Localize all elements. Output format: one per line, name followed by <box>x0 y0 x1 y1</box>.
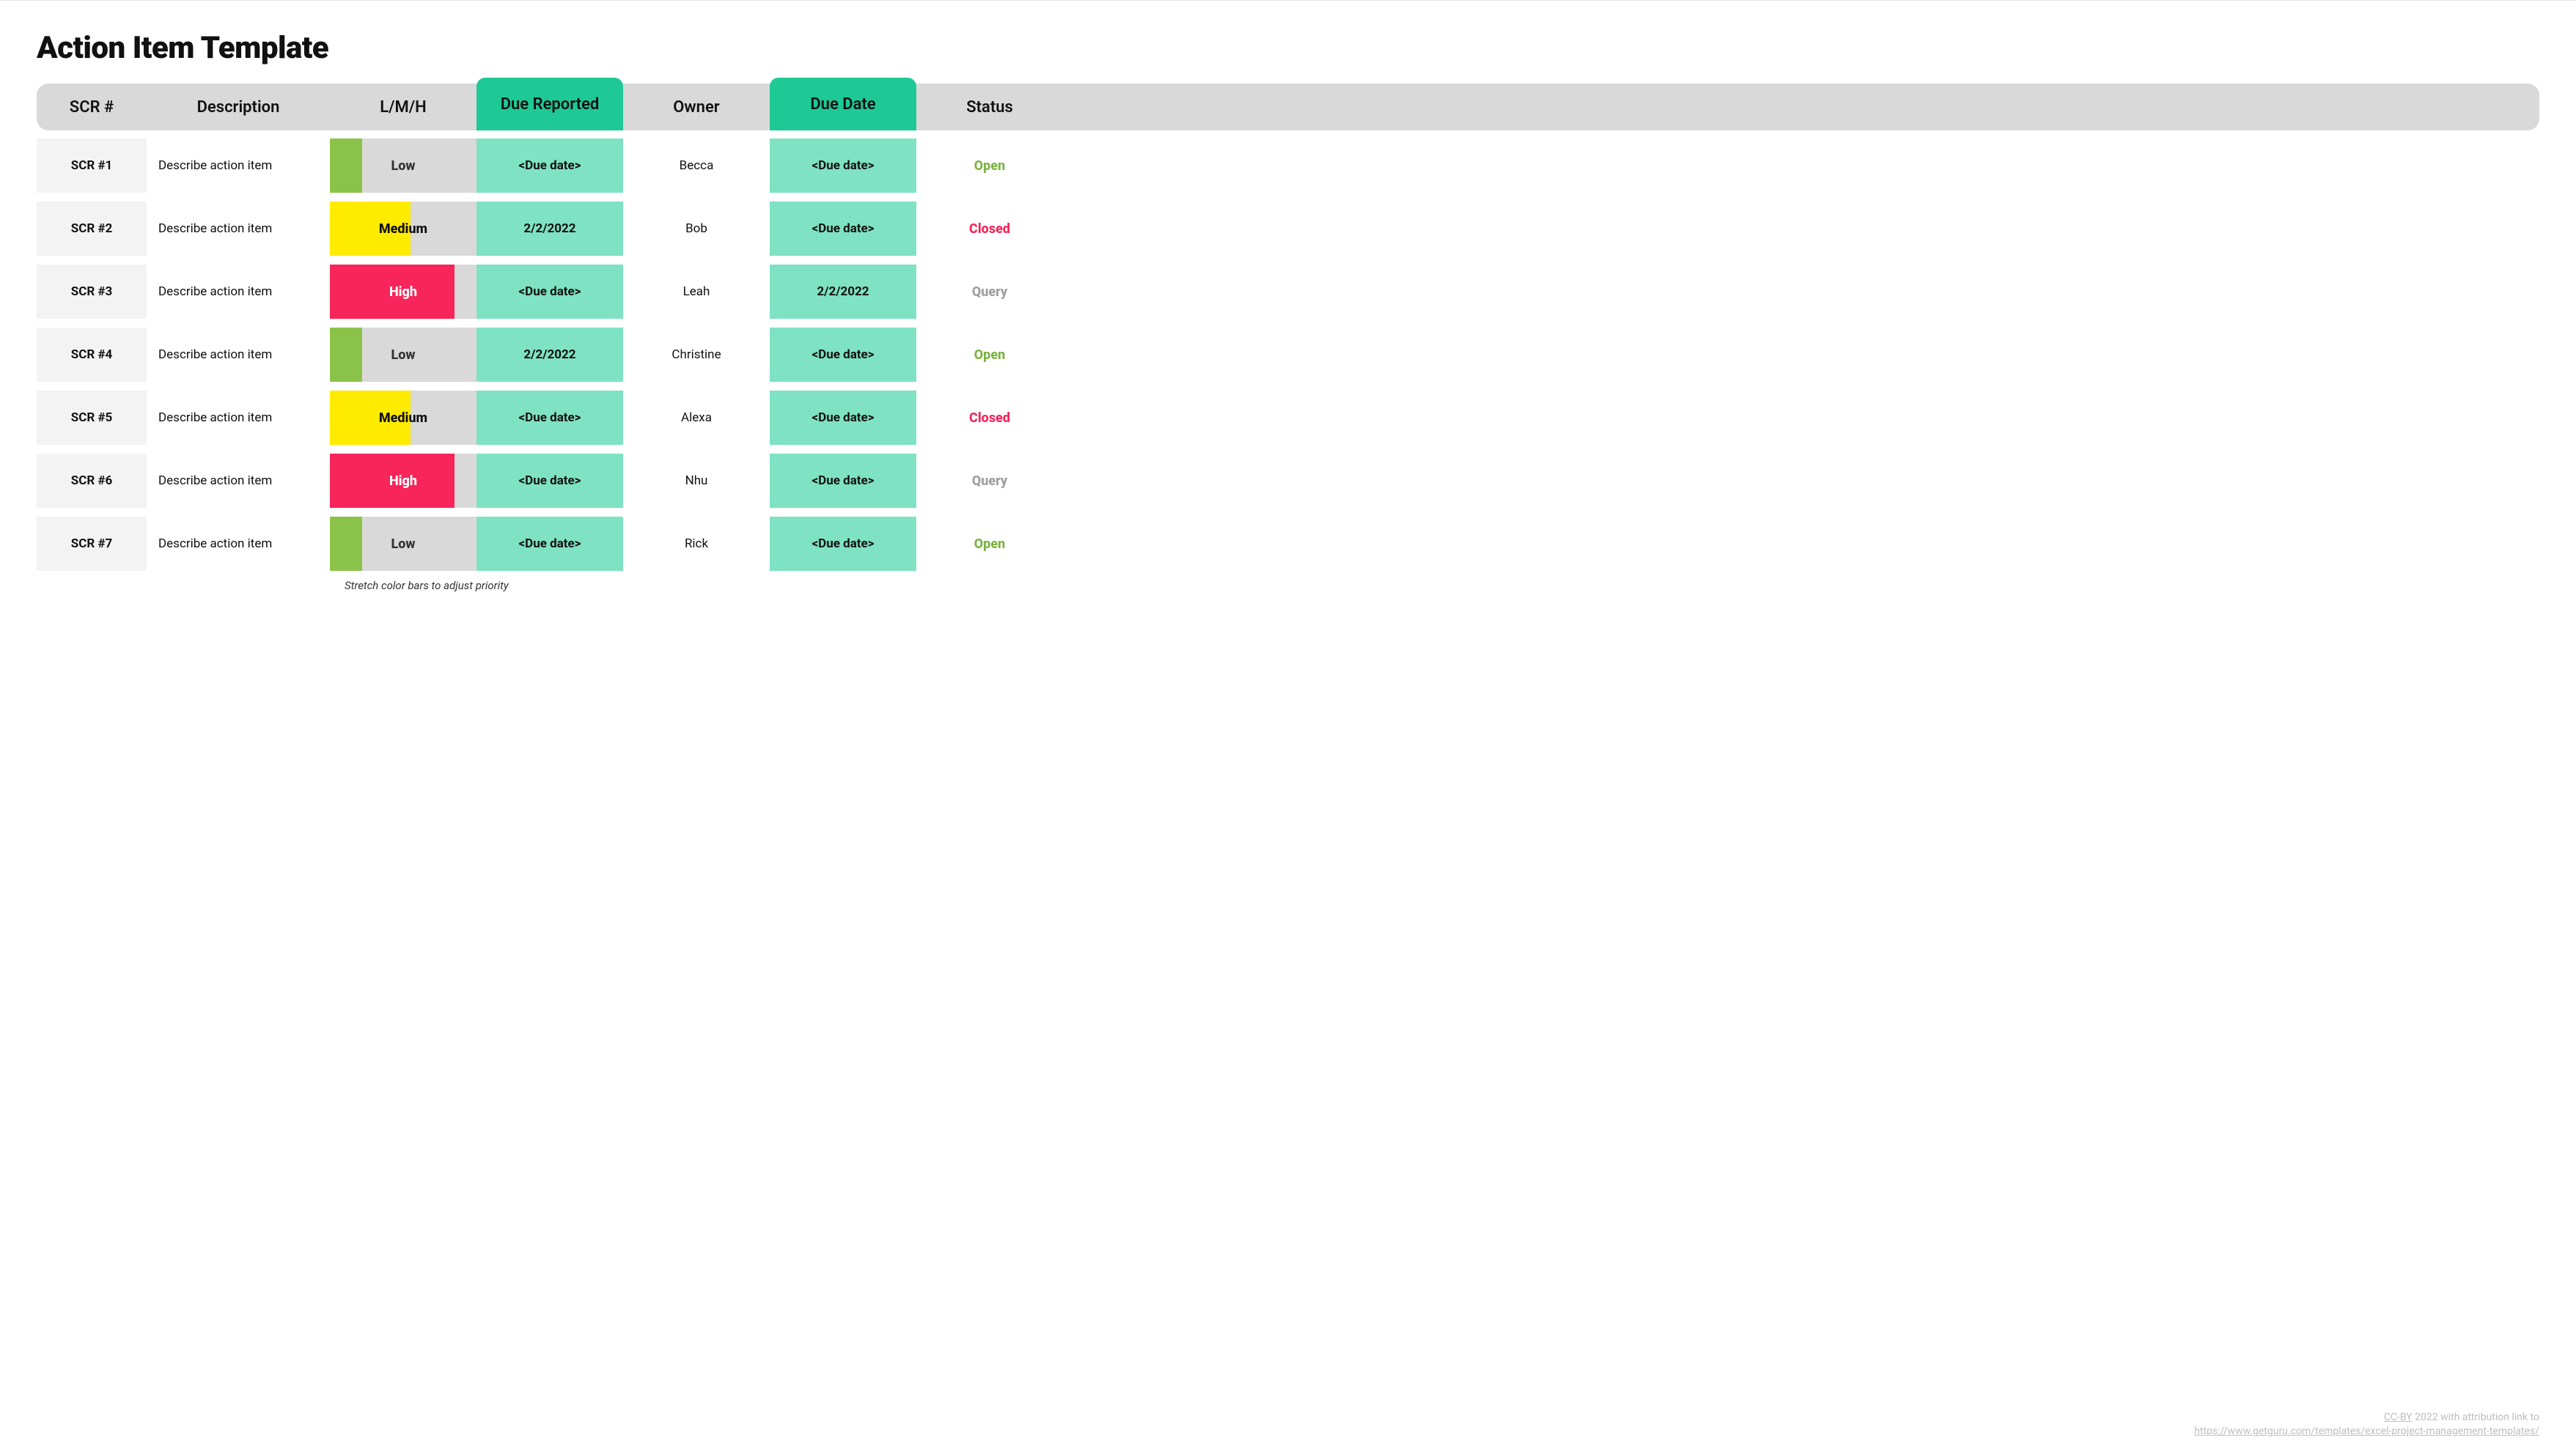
owner-cell[interactable]: Leah <box>623 265 770 319</box>
license-link[interactable]: CC-BY <box>2384 1411 2413 1423</box>
status-cell[interactable]: Open <box>916 328 1063 382</box>
scr-cell: SCR #5 <box>37 391 147 445</box>
scr-cell: SCR #7 <box>37 517 147 571</box>
owner-cell[interactable]: Rick <box>623 517 770 571</box>
status-cell[interactable]: Query <box>916 265 1063 319</box>
table-row: SCR #4Describe action itemLow2/2/2022Chr… <box>37 325 2539 384</box>
due-reported-cell[interactable]: <Due date> <box>476 454 623 508</box>
attribution: CC-BY 2022 with attribution link to http… <box>2194 1411 2539 1439</box>
col-status: Status <box>916 98 1063 117</box>
due-date-cell[interactable]: <Due date> <box>770 517 916 571</box>
col-description: Description <box>147 98 330 117</box>
scr-cell: SCR #4 <box>37 328 147 382</box>
status-cell[interactable]: Closed <box>916 202 1063 256</box>
table-row: SCR #6Describe action itemHigh<Due date>… <box>37 451 2539 510</box>
owner-cell[interactable]: Alexa <box>623 391 770 445</box>
due-date-cell[interactable]: <Due date> <box>770 391 916 445</box>
table-body: SCR #1Describe action itemLow<Due date>B… <box>37 136 2539 573</box>
action-item-table: SCR # Description L/M/H Due Reported Own… <box>37 84 2539 573</box>
description-cell[interactable]: Describe action item <box>147 328 330 382</box>
priority-label: Low <box>330 536 476 552</box>
priority-cell[interactable]: Low <box>330 517 476 571</box>
owner-cell[interactable]: Bob <box>623 202 770 256</box>
table-row: SCR #2Describe action itemMedium2/2/2022… <box>37 199 2539 258</box>
priority-label: High <box>330 284 476 300</box>
col-due-reported: Due Reported <box>476 78 623 130</box>
priority-label: Medium <box>330 221 476 237</box>
description-cell[interactable]: Describe action item <box>147 139 330 193</box>
col-priority: L/M/H <box>330 98 476 117</box>
priority-cell[interactable]: Low <box>330 328 476 382</box>
status-cell[interactable]: Open <box>916 517 1063 571</box>
col-owner: Owner <box>623 98 770 117</box>
table-row: SCR #7Describe action itemLow<Due date>R… <box>37 514 2539 573</box>
table-header: SCR # Description L/M/H Due Reported Own… <box>37 84 2539 130</box>
due-date-cell[interactable]: <Due date> <box>770 139 916 193</box>
due-reported-cell[interactable]: <Due date> <box>476 139 623 193</box>
due-reported-cell[interactable]: <Due date> <box>476 517 623 571</box>
priority-cell[interactable]: Medium <box>330 391 476 445</box>
description-cell[interactable]: Describe action item <box>147 517 330 571</box>
scr-cell: SCR #6 <box>37 454 147 508</box>
due-date-cell[interactable]: 2/2/2022 <box>770 265 916 319</box>
page-title: Action Item Template <box>37 30 2539 66</box>
owner-cell[interactable]: Becca <box>623 139 770 193</box>
priority-cell[interactable]: Medium <box>330 202 476 256</box>
owner-cell[interactable]: Christine <box>623 328 770 382</box>
due-reported-cell[interactable]: <Due date> <box>476 391 623 445</box>
priority-cell[interactable]: Low <box>330 139 476 193</box>
due-date-cell[interactable]: <Due date> <box>770 202 916 256</box>
col-due-date: Due Date <box>770 78 916 130</box>
due-date-cell[interactable]: <Due date> <box>770 328 916 382</box>
priority-label: Low <box>330 347 476 363</box>
priority-cell[interactable]: High <box>330 265 476 319</box>
priority-cell[interactable]: High <box>330 454 476 508</box>
priority-footnote: Stretch color bars to adjust priority <box>345 579 2539 592</box>
due-reported-cell[interactable]: 2/2/2022 <box>476 202 623 256</box>
attribution-text: 2022 with attribution link to <box>2413 1411 2539 1423</box>
description-cell[interactable]: Describe action item <box>147 391 330 445</box>
priority-label: Medium <box>330 410 476 426</box>
priority-label: High <box>330 473 476 489</box>
status-cell[interactable]: Query <box>916 454 1063 508</box>
due-reported-cell[interactable]: <Due date> <box>476 265 623 319</box>
status-cell[interactable]: Closed <box>916 391 1063 445</box>
description-cell[interactable]: Describe action item <box>147 265 330 319</box>
scr-cell: SCR #1 <box>37 139 147 193</box>
table-row: SCR #3Describe action itemHigh<Due date>… <box>37 262 2539 321</box>
owner-cell[interactable]: Nhu <box>623 454 770 508</box>
table-row: SCR #5Describe action itemMedium<Due dat… <box>37 388 2539 447</box>
attribution-link[interactable]: https://www.getguru.com/templates/excel-… <box>2194 1425 2539 1437</box>
col-scr: SCR # <box>37 98 147 117</box>
table-row: SCR #1Describe action itemLow<Due date>B… <box>37 136 2539 195</box>
scr-cell: SCR #3 <box>37 265 147 319</box>
due-reported-cell[interactable]: 2/2/2022 <box>476 328 623 382</box>
scr-cell: SCR #2 <box>37 202 147 256</box>
due-date-cell[interactable]: <Due date> <box>770 454 916 508</box>
description-cell[interactable]: Describe action item <box>147 454 330 508</box>
priority-label: Low <box>330 158 476 174</box>
status-cell[interactable]: Open <box>916 139 1063 193</box>
description-cell[interactable]: Describe action item <box>147 202 330 256</box>
